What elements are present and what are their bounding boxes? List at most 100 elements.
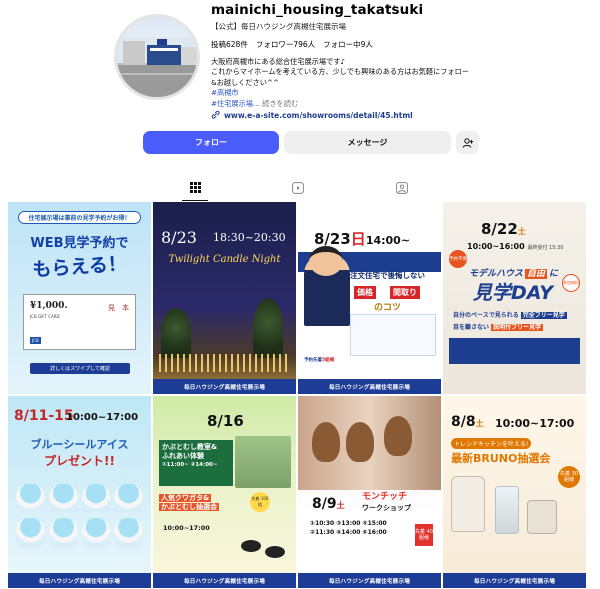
- first-come-badge: 先着 100組: [250, 492, 270, 512]
- post-footer: 毎日ハウジング高槻住宅展示場: [443, 573, 586, 588]
- hashtag-row: #住宅展示場... 続きを読む: [211, 99, 298, 108]
- option-text: 自分のペースで見られる: [453, 312, 519, 319]
- post-date-value: 8/23: [314, 230, 351, 248]
- post-footer: 毎日ハウジング高槻住宅展示場: [8, 573, 151, 588]
- keyword-price: 価格: [354, 286, 376, 299]
- post-time: 14:00~: [365, 234, 411, 247]
- post-time: 10:00~17:00: [163, 524, 210, 532]
- post-footer: 毎日ハウジング高槻住宅展示場: [153, 379, 296, 394]
- post-beetle-event[interactable]: 8/16 かぶとむし教室& ふれあい体験 ①11:00~ ②14:00~ 人気ク…: [153, 396, 296, 588]
- monkey-doll-image: [312, 422, 340, 462]
- followers-count[interactable]: フォロワー796人: [256, 39, 315, 50]
- follow-button[interactable]: フォロー: [143, 131, 279, 154]
- profile-stats: 投稿628件 フォロワー796人 フォロー中9人: [211, 39, 373, 50]
- session-time-row: ①10:30 ③13:00 ⑤15:00: [310, 520, 387, 527]
- post-caption: 予約先着5組様: [304, 357, 334, 363]
- logo-text: モンチッチ: [362, 492, 408, 502]
- session-times: ①10:30 ③13:00 ⑤15:00 ②11:30 ④14:00 ⑥16:0…: [310, 520, 387, 537]
- post-web-reservation[interactable]: 住宅展示場は事前の見学予約がお得！ WEB見学予約で もらえる！ ¥1,000.…: [8, 202, 151, 394]
- add-user-icon: [462, 137, 473, 148]
- grid-icon: [189, 182, 201, 193]
- keyword-tips: のコツ: [374, 303, 402, 313]
- hashtag-link[interactable]: #高槻市: [211, 88, 511, 98]
- blender-image: [495, 486, 519, 534]
- caption-count: 5組様: [322, 358, 335, 363]
- profile-tabs: [8, 175, 584, 201]
- option-free-tour: 自分のペースで見られる 完全フリー見学: [453, 310, 567, 319]
- first-come-badge: 先着 40 組様: [415, 524, 433, 546]
- post-time: 10:00~16:00 最終受付 15:30: [467, 242, 563, 251]
- post-time: 10:00~17:00: [66, 412, 139, 423]
- gift-card-label: JCB GIFT CARD: [30, 314, 60, 319]
- avatar-image: [117, 17, 197, 97]
- post-date: 8/23: [161, 228, 197, 247]
- profile-link-text[interactable]: www.e-a-site.com/showrooms/detail/45.htm…: [224, 111, 413, 120]
- link-icon: [211, 110, 220, 121]
- hashtag-link[interactable]: #住宅展示場...: [211, 99, 260, 108]
- post-monchhichi-workshop[interactable]: 8/9土 モンチッチワークショップ ①10:30 ③13:00 ⑤15:00 ②…: [298, 396, 441, 588]
- bio-line: これからマイホームを考えている方、少しでも興味のある方はお気軽にフォロー: [211, 67, 469, 77]
- avatar[interactable]: [114, 14, 200, 100]
- tab-posts[interactable]: [182, 175, 208, 201]
- subheadline-1: 人気クワガタ&: [159, 494, 212, 502]
- suggested-users-button[interactable]: [456, 131, 479, 154]
- post-seminar[interactable]: 8/23日14:00~ 注文住宅で後悔しない 価格 間取り のコツ 予約先着5組…: [298, 202, 441, 394]
- session-time-row: ②11:30 ④14:00 ⑥16:00: [310, 528, 387, 536]
- tree-image: [161, 308, 191, 358]
- first-come-badge: 先着 30 組様: [558, 466, 580, 488]
- post-date-value: 8/11: [14, 408, 49, 424]
- post-title: Twilight Candle Night: [168, 254, 281, 265]
- tree-image: [253, 298, 283, 358]
- ice-cup: [16, 484, 45, 514]
- gift-card-image: ¥1,000. JCB GIFT CARD 見 本 JCB: [23, 294, 136, 350]
- reels-icon: [292, 182, 304, 194]
- post-badge: 住宅展示場は事前の見学予約がお得！: [18, 211, 141, 224]
- option-guided-tour: 目を離さない 説明付フリー見学: [453, 322, 544, 331]
- no-reservation-badge: 予約不要: [449, 250, 467, 268]
- post-headline: かぶとむし教室& ふれあい体験 ①11:00~ ②14:00~: [159, 440, 233, 486]
- post-date: 8/22土: [481, 220, 526, 238]
- bio-line: 大阪府高槻市にある総合住宅展示場です♪: [211, 57, 345, 66]
- post-day: 土: [475, 419, 484, 428]
- bio-line: &お越しください^^: [211, 77, 279, 87]
- post-date: 8/8土: [451, 414, 484, 430]
- keyword-layout: 間取り: [390, 286, 420, 299]
- post-headline: ブルーシールアイス: [30, 438, 129, 451]
- post-date: 8/16: [207, 412, 244, 430]
- post-time-note: 最終受付 15:30: [527, 245, 564, 251]
- post-subheadline: 人気クワガタ& かぶとむし抽選会: [159, 494, 249, 524]
- post-headline: 見学DAY: [473, 282, 554, 304]
- swipe-hint: 詳しくはスワイプして確認: [30, 363, 130, 374]
- monkey-doll-image: [346, 422, 374, 462]
- gift-card-sample-mark: 見 本: [108, 304, 129, 312]
- logo-subtext: ワークショップ: [362, 504, 411, 512]
- post-bruno-lottery[interactable]: 8/8土 10:00~17:00 トレンドキッチンを叶える! 最新BRUNO抽選…: [443, 396, 586, 588]
- tab-reels[interactable]: [285, 175, 311, 201]
- beetle-icon: [241, 540, 261, 552]
- ice-cup: [48, 518, 78, 548]
- option-label: 説明付フリー見学: [491, 324, 544, 331]
- kettle-image: [451, 476, 485, 532]
- option-text: 目を離さない: [453, 324, 490, 331]
- posts-grid: 住宅展示場は事前の見学予約がお得！ WEB見学予約で もらえる！ ¥1,000.…: [8, 202, 586, 588]
- building-icon: [117, 37, 197, 97]
- post-date: 8/9土: [312, 496, 345, 512]
- post-ice-cream[interactable]: 8/11-15 10:00~17:00 ブルーシールアイス プレゼント!! 毎日…: [8, 396, 151, 588]
- monkey-doll-image: [384, 416, 412, 456]
- following-count[interactable]: フォロー中9人: [323, 39, 373, 50]
- ice-cup: [114, 518, 143, 548]
- fryer-image: [527, 500, 557, 534]
- gift-card-amount: ¥1,000.: [30, 301, 68, 311]
- tab-tagged[interactable]: [389, 175, 415, 201]
- message-button[interactable]: メッセージ: [284, 131, 451, 154]
- profile-link[interactable]: www.e-a-site.com/showrooms/detail/45.htm…: [211, 110, 413, 121]
- read-more-link[interactable]: 続きを読む: [262, 99, 298, 108]
- post-headline: 最新BRUNO抽選会: [451, 452, 551, 465]
- ice-cup: [48, 484, 78, 514]
- post-candle-night[interactable]: 8/23 18:30~20:30 Twilight Candle Night 毎…: [153, 202, 296, 394]
- post-model-house-day[interactable]: 8/22土 予約不要 10:00~16:00 最終受付 15:30 モデルハウス…: [443, 202, 586, 394]
- profile-display-name: 【公式】毎日ハウジング高槻住宅展示場: [211, 22, 346, 31]
- more-options-icon[interactable]: ···: [384, 0, 396, 15]
- post-day: 日: [350, 230, 366, 248]
- post-date-value: 8/22: [481, 220, 518, 238]
